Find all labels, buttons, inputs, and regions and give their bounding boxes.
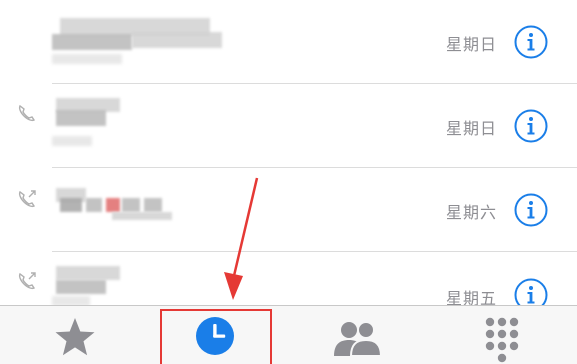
tab-bar bbox=[0, 305, 577, 364]
call-subtitle-redacted bbox=[52, 54, 122, 64]
info-button[interactable] bbox=[514, 25, 548, 59]
call-row[interactable]: 星期日 bbox=[0, 84, 577, 168]
call-row[interactable]: 星期六 bbox=[0, 168, 577, 252]
call-day-label: 星期日 bbox=[445, 35, 497, 54]
call-subtitle-redacted bbox=[52, 136, 92, 146]
call-row[interactable]: 星期日 bbox=[0, 0, 577, 84]
info-icon bbox=[514, 109, 548, 143]
outgoing-call-icon bbox=[16, 188, 38, 210]
star-icon bbox=[55, 318, 95, 356]
tab-recents[interactable] bbox=[172, 306, 258, 364]
incoming-call-icon bbox=[16, 102, 38, 124]
outgoing-call-icon bbox=[16, 270, 38, 292]
call-day-label: 星期日 bbox=[445, 119, 497, 138]
tab-contacts[interactable] bbox=[322, 306, 392, 364]
contacts-icon bbox=[334, 321, 383, 357]
keypad-icon bbox=[485, 317, 519, 363]
call-day-label: 星期六 bbox=[445, 203, 497, 222]
recents-call-list: 星期日 星期日 星期六 星期五 bbox=[0, 0, 577, 312]
tab-favorites[interactable] bbox=[40, 306, 110, 364]
info-button[interactable] bbox=[514, 109, 548, 143]
clock-icon bbox=[196, 317, 234, 355]
info-icon bbox=[514, 25, 548, 59]
phone-recents-screen: 星期日 星期日 星期六 星期五 bbox=[0, 0, 577, 364]
info-button[interactable] bbox=[514, 193, 548, 227]
info-icon bbox=[514, 193, 548, 227]
tab-keypad[interactable] bbox=[470, 306, 540, 364]
